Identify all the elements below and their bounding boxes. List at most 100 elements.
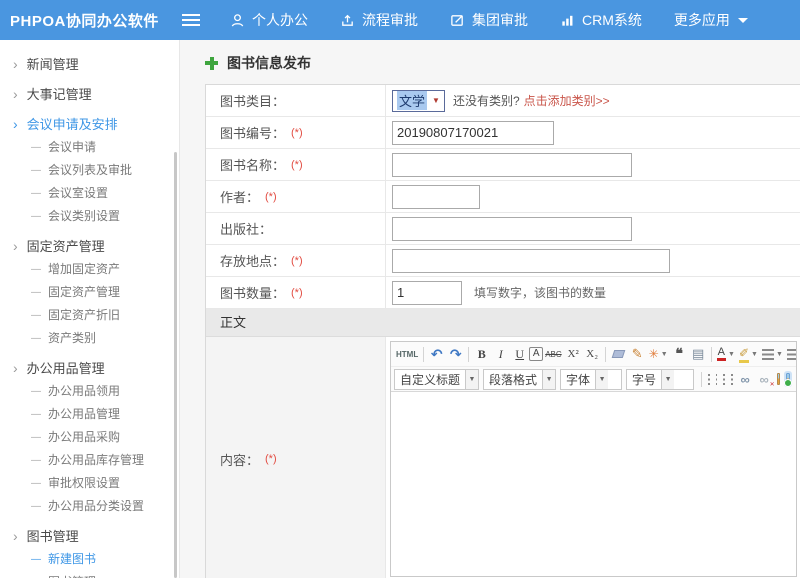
remove-link-icon[interactable]: ∞ bbox=[755, 369, 774, 389]
superscript-icon[interactable]: X² bbox=[564, 344, 583, 364]
toolbar-separator bbox=[711, 347, 712, 362]
add-category-link[interactable]: 点击添加类别>> bbox=[524, 92, 610, 109]
caret-down-icon bbox=[738, 18, 748, 23]
book-name-input[interactable] bbox=[392, 153, 632, 177]
nav-personal-office[interactable]: 个人办公 bbox=[230, 10, 308, 30]
nav-label: 更多应用 bbox=[674, 10, 730, 30]
subscript-icon[interactable]: X₂ bbox=[583, 344, 602, 364]
sidebar-item[interactable]: 增加固定资产 bbox=[0, 258, 179, 281]
sidebar-item[interactable]: 固定资产折旧 bbox=[0, 304, 179, 327]
nav-group-approval[interactable]: 集团审批 bbox=[450, 10, 528, 30]
required-mark: (*) bbox=[291, 255, 303, 267]
hamburger-icon[interactable] bbox=[182, 14, 200, 26]
nav-workflow-approval[interactable]: 流程审批 bbox=[340, 10, 418, 30]
redo-icon[interactable]: ↷ bbox=[446, 344, 465, 364]
sidebar-item[interactable]: 图书管理 bbox=[0, 571, 179, 578]
body-section-header: 正文 bbox=[206, 309, 800, 337]
no-category-tip: 还没有类别? bbox=[453, 92, 520, 109]
sidebar-item[interactable]: 会议列表及审批 bbox=[0, 159, 179, 182]
sidebar-item[interactable]: 会议类别设置 bbox=[0, 205, 179, 228]
format-paint-icon[interactable]: ✳▼ bbox=[647, 344, 670, 364]
sidebar-item[interactable]: 办公用品管理 bbox=[0, 356, 179, 380]
font-color-icon[interactable]: A▼ bbox=[715, 344, 737, 364]
sidebar-item[interactable]: 资产类别 bbox=[0, 327, 179, 350]
nav-label: CRM系统 bbox=[582, 10, 642, 30]
workflow-icon bbox=[340, 13, 355, 28]
sidebar-item[interactable]: 办公用品分类设置 bbox=[0, 495, 179, 518]
underline-icon[interactable]: U bbox=[510, 344, 529, 364]
align-center-icon[interactable] bbox=[716, 374, 718, 385]
form-row-location: 存放地点： (*) bbox=[206, 245, 800, 277]
align-justify-icon[interactable] bbox=[731, 374, 733, 385]
field-value bbox=[386, 245, 800, 276]
undo-icon[interactable]: ↶ bbox=[427, 344, 446, 364]
rich-text-editor: HTML ↶ ↷ B I U A ABC X² X₂ bbox=[390, 341, 797, 577]
html-source-button[interactable]: HTML bbox=[394, 344, 420, 364]
eraser-icon[interactable] bbox=[609, 344, 628, 364]
blockquote-icon[interactable]: ❝ bbox=[670, 344, 689, 364]
main-content: 图书信息发布 图书类目： 文学 ▼ 还没有类别? 点击添加类别>> bbox=[181, 40, 800, 578]
sidebar-item[interactable]: 会议申请 bbox=[0, 136, 179, 159]
select-arrow-icon: ▼ bbox=[432, 96, 440, 105]
field-value: 文学 ▼ 还没有类别? 点击添加类别>> bbox=[386, 85, 800, 116]
publisher-input[interactable] bbox=[392, 217, 632, 241]
align-right-icon[interactable] bbox=[723, 374, 725, 385]
sidebar-item[interactable]: 大事记管理 bbox=[0, 82, 179, 106]
highlight-color-icon[interactable]: ✐▼ bbox=[737, 344, 760, 364]
chart-icon bbox=[560, 13, 575, 28]
bold-icon[interactable]: B bbox=[472, 344, 491, 364]
quantity-input[interactable] bbox=[392, 281, 462, 305]
paste-icon[interactable]: ▤ bbox=[689, 344, 708, 364]
book-number-input[interactable] bbox=[392, 121, 554, 145]
required-mark: (*) bbox=[291, 287, 303, 299]
sidebar-item[interactable]: 办公用品采购 bbox=[0, 426, 179, 449]
sidebar-item[interactable]: 固定资产管理 bbox=[0, 234, 179, 258]
ordered-list-icon[interactable]: ▼ bbox=[760, 344, 785, 364]
insert-image-icon[interactable] bbox=[777, 373, 781, 385]
sidebar-item[interactable]: 会议申请及安排 bbox=[0, 112, 179, 136]
nav-label: 个人办公 bbox=[252, 10, 308, 30]
paragraph-format-select[interactable]: 段落格式 ▼ bbox=[483, 369, 556, 390]
field-value bbox=[386, 117, 800, 148]
topbar: PHPOA协同办公软件 个人办公 流程审批 bbox=[0, 0, 800, 40]
required-mark: (*) bbox=[291, 127, 303, 139]
insert-media-icon[interactable] bbox=[786, 373, 790, 385]
font-size-select[interactable]: 字号 ▼ bbox=[626, 369, 694, 390]
book-form: 图书类目： 文学 ▼ 还没有类别? 点击添加类别>> 图书编号： (*) bbox=[205, 84, 800, 578]
category-select[interactable]: 文学 ▼ bbox=[392, 90, 445, 112]
author-input[interactable] bbox=[392, 185, 480, 209]
strikethrough-icon[interactable]: ABC bbox=[543, 344, 563, 364]
location-input[interactable] bbox=[392, 249, 670, 273]
align-left-icon[interactable] bbox=[708, 374, 710, 385]
unordered-list-icon[interactable]: ▼ bbox=[785, 344, 796, 364]
sidebar-item[interactable]: 办公用品库存管理 bbox=[0, 449, 179, 472]
sidebar-scrollbar[interactable] bbox=[174, 152, 177, 578]
select-arrow-icon: ▼ bbox=[542, 370, 555, 389]
italic-icon[interactable]: I bbox=[491, 344, 510, 364]
insert-link-icon[interactable]: ∞ bbox=[736, 369, 755, 389]
sidebar-item[interactable]: 新建图书 bbox=[0, 548, 179, 571]
sidebar-item[interactable]: 图书管理 bbox=[0, 524, 179, 548]
sidebar-item[interactable]: 新闻管理 bbox=[0, 52, 179, 76]
sidebar-item[interactable]: 办公用品领用 bbox=[0, 380, 179, 403]
font-family-select[interactable]: 字体 ▼ bbox=[560, 369, 622, 390]
nav-crm-system[interactable]: CRM系统 bbox=[560, 10, 642, 30]
format-brush-icon[interactable]: ✎ bbox=[628, 344, 647, 364]
font-border-icon[interactable]: A bbox=[529, 347, 543, 361]
app-logo: PHPOA协同办公软件 bbox=[0, 10, 172, 31]
toolbar-separator bbox=[423, 347, 424, 362]
sidebar-item[interactable]: 会议室设置 bbox=[0, 182, 179, 205]
sidebar-item[interactable]: 审批权限设置 bbox=[0, 472, 179, 495]
nav-more-apps[interactable]: 更多应用 bbox=[674, 10, 748, 30]
editor-content-area[interactable] bbox=[391, 392, 796, 576]
label-text: 存放地点： bbox=[220, 251, 285, 270]
select-label: 段落格式 bbox=[489, 371, 537, 388]
sidebar-item[interactable]: 办公用品管理 bbox=[0, 403, 179, 426]
sidebar-item[interactable]: 固定资产管理 bbox=[0, 281, 179, 304]
field-label: 内容： (*) bbox=[206, 337, 386, 578]
toolbar-separator bbox=[701, 372, 702, 387]
custom-heading-select[interactable]: 自定义标题 ▼ bbox=[394, 369, 479, 390]
field-label: 图书数量： (*) bbox=[206, 277, 386, 308]
field-label: 图书名称： (*) bbox=[206, 149, 386, 180]
form-row-quantity: 图书数量： (*) 填写数字，该图书的数量 bbox=[206, 277, 800, 309]
